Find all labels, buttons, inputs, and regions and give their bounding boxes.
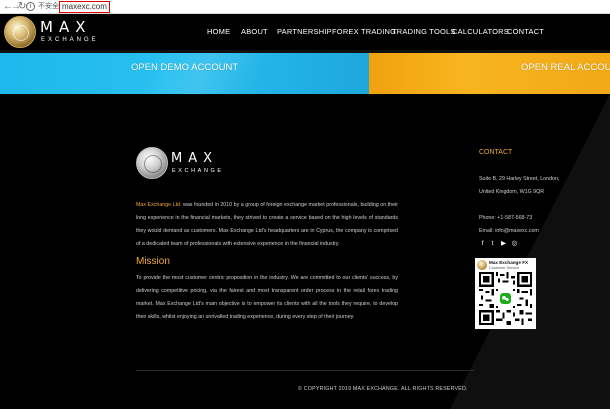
banner-divider [0,50,610,53]
contact-address-line1: Suite B, 29 Harley Street, London, [479,176,560,182]
company-name: Max Exchange Ltd. [136,202,182,208]
nav-calculators[interactable]: CALCULATORS [452,27,509,37]
contact-email[interactable]: Email: info@maxexc.com [479,227,539,235]
qr-contact-subtitle: Customer Service [489,266,520,270]
youtube-icon[interactable]: ▶ [500,240,507,247]
nav-forex-trading[interactable]: FOREX TRADING [332,27,396,37]
brand-name[interactable]: MAX [40,19,91,35]
nav-trading-tools[interactable]: TRADING TOOLS [392,27,456,37]
footer-brand-subtitle: EXCHANGE [172,168,224,174]
demo-account-label: OPEN DEMO ACCOUNT [131,62,239,73]
footer-logo-icon [136,147,168,179]
twitter-icon[interactable]: t [489,240,496,247]
real-account-label: OPEN REAL ACCOUNT [521,62,610,73]
wechat-qr-card: Max Exchange FX Customer Service [475,258,536,329]
site-info-icon[interactable]: i [26,2,35,11]
footer-divider [136,370,474,371]
about-text: Max Exchange Ltd. was founded in 2010 by… [136,199,398,251]
nav-home[interactable]: HOME [207,27,230,37]
qr-code-icon [479,272,532,325]
contact-title: CONTACT [479,149,513,156]
open-real-account-button[interactable]: OPEN REAL ACCOUNT [369,50,610,94]
nav-partnership[interactable]: PARTNERSHIP [277,27,332,37]
brand-subtitle: EXCHANGE [41,37,99,43]
about-body: was founded in 2010 by a group of foreig… [136,202,398,247]
mission-title: Mission [136,256,170,267]
mission-text: To provide the most customer centric pro… [136,275,398,320]
instagram-icon[interactable]: ◎ [511,240,518,247]
nav-about[interactable]: ABOUT [241,27,268,37]
account-banner: OPEN DEMO ACCOUNT OPEN REAL ACCOUNT [0,50,610,94]
contact-address-line2: United Kingdom, W1G 9QR [479,189,545,195]
url-field[interactable]: maxexc.com [59,1,110,13]
background-shape [450,94,610,409]
avatar [477,260,487,270]
browser-address-bar: ← → ↻ i 不安全 maxexc.com [0,0,610,14]
contact-phone[interactable]: Phone: +1-587-568-73 [479,214,532,222]
footer-brand-name: MAX [171,151,219,166]
nav-contact[interactable]: CONTACT [507,27,544,37]
security-label[interactable]: 不安全 [38,2,59,12]
site-header: MAX EXCHANGE HOME ABOUT PARTNERSHIP FORE… [0,14,610,50]
open-demo-account-button[interactable]: OPEN DEMO ACCOUNT [0,50,369,94]
facebook-icon[interactable]: f [479,240,486,247]
copyright-text: © COPYRIGHT 2019 MAX EXCHANGE. ALL RIGHT… [298,386,468,392]
logo-icon[interactable] [4,16,36,48]
